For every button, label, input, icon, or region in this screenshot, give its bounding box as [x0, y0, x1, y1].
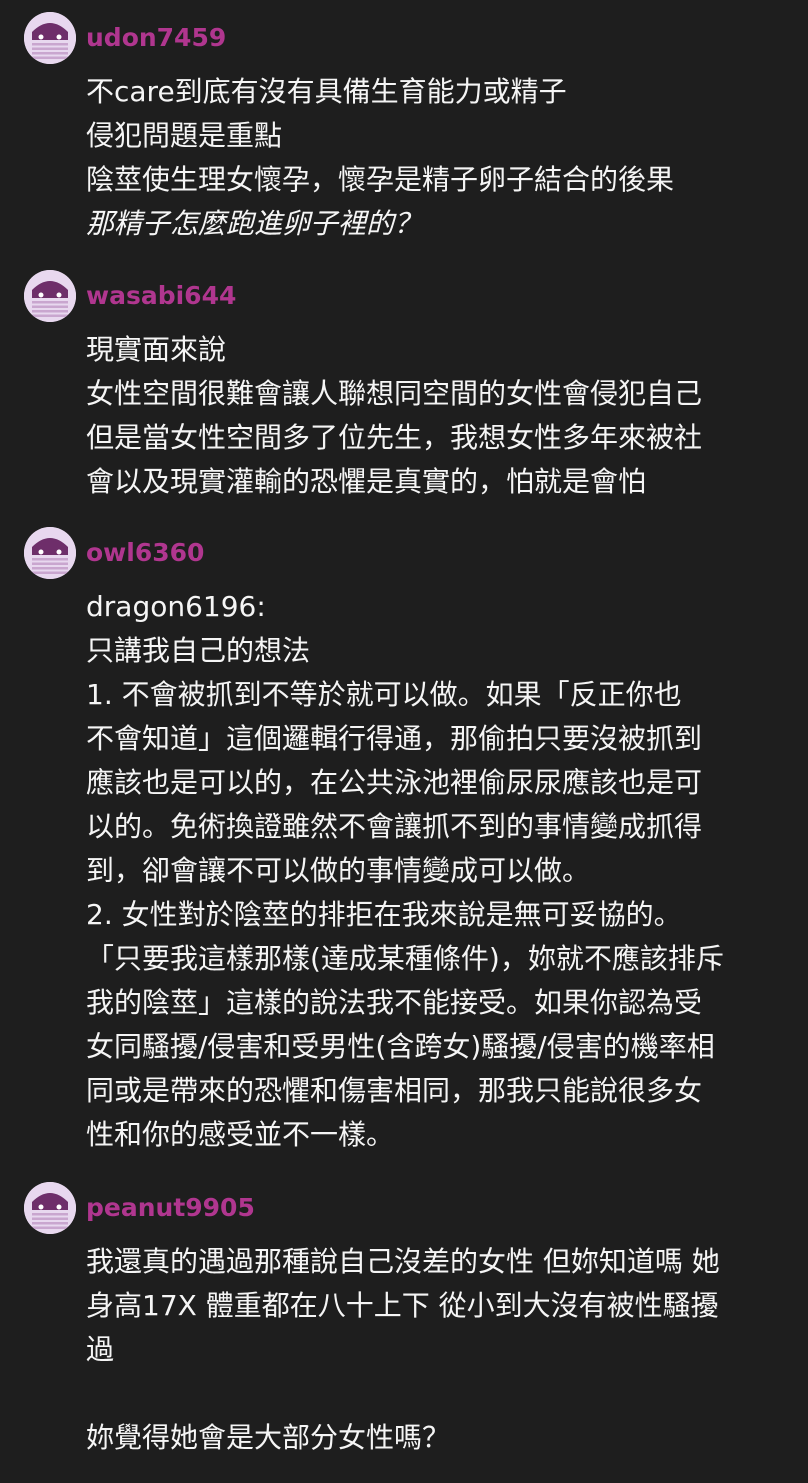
masked-face-icon[interactable]: [24, 1182, 76, 1234]
comment-text-line: 會以及現實灌輸的恐懼是真實的，怕就是會怕: [86, 465, 647, 498]
comment-body: 不care到底有沒有具備生育能力或精子 侵犯問題是重點陰莖使生理女懷孕，懷孕是精子…: [86, 70, 792, 246]
comment-item: udon7459 不care到底有沒有具備生育能力或精子 侵犯問題是重點陰莖使生理女…: [0, 12, 808, 246]
comment-text-line: 不會知道」這個邏輯行得通，那偷拍只要沒被抓到: [86, 722, 703, 755]
comment-text-line: 我的陰莖」這樣的說法我不能接受。如果你認為受: [86, 986, 703, 1019]
comment-text-line: 到，卻會讓不可以做的事情變成可以做。: [86, 854, 591, 887]
comment-text-line: 侵犯問題是重點: [86, 119, 283, 152]
masked-face-icon[interactable]: [24, 527, 76, 579]
comment-body: 現實面來說女性空間很難會讓人聯想同空間的女性會侵犯自己 但是當女性空間多了位先生，…: [86, 328, 792, 504]
comment-text-line: 我還真的遇過那種說自己沒差的女性 但妳知道嗎 她: [86, 1245, 720, 1278]
comment-text-line: 「只要我這樣那樣(達成某種條件)，妳就不應該排斥: [86, 942, 724, 975]
comment-item: wasabi644 現實面來說女性空間很難會讓人聯想同空間的女性會侵犯自己 但是當女…: [0, 270, 808, 504]
comment-text-line: 應該也是可以的，在公共泳池裡偷尿尿應該也是可: [86, 766, 703, 799]
comment-body: 我還真的遇過那種說自己沒差的女性 但妳知道嗎 她身高17X 體重都在八十上下 從…: [86, 1240, 792, 1460]
comment-text-line: dragon6196:: [86, 590, 266, 623]
comment-text-line: 性和你的感受並不一樣。: [86, 1118, 395, 1151]
comment-text-line: 同或是帶來的恐懼和傷害相同，那我只能說很多女: [86, 1074, 703, 1107]
comment-text-line: 現實面來說: [86, 333, 227, 366]
masked-face-icon[interactable]: [24, 270, 76, 322]
comment-text-line: 2. 女性對於陰莖的排拒在我來說是無可妥協的。: [86, 898, 682, 931]
comment-text-line: 身高17X 體重都在八十上下 從小到大沒有被性騷擾: [86, 1289, 719, 1322]
comment-text-line: 只講我自己的想法: [86, 634, 311, 667]
comment-text-line: 過: [86, 1333, 115, 1366]
comment-text-line: 但是當女性空間多了位先生，我想女性多年來被社: [86, 421, 703, 454]
comment-username[interactable]: udon7459: [86, 22, 226, 54]
comment-item: peanut9905 我還真的遇過那種說自己沒差的女性 但妳知道嗎 她身高17X …: [0, 1182, 808, 1460]
comment-username[interactable]: owl6360: [86, 537, 204, 569]
comment-body: dragon6196: 只講我自己的想法 1. 不會被抓到不等於就可以做。如果「反正…: [86, 585, 792, 1157]
comment-item: owl6360 dragon6196: 只講我自己的想法 1. 不會被抓到不等於就可以…: [0, 527, 808, 1157]
comment-text-line: 那精子怎麼跑進卵子裡的？: [86, 207, 423, 240]
comment-text-line: 陰莖使生理女懷孕，懷孕是精子卵子結合的後果: [86, 163, 675, 196]
comment-text-line: 妳覺得她會是大部分女性嗎？: [86, 1421, 451, 1454]
comment-text-line: 以的。免術換證雖然不會讓抓不到的事情變成抓得: [86, 810, 703, 843]
comment-text-line: 女性空間很難會讓人聯想同空間的女性會侵犯自己: [86, 377, 703, 410]
comment-feed: udon7459 不care到底有沒有具備生育能力或精子 侵犯問題是重點陰莖使生理女…: [0, 0, 808, 1483]
comment-text-line: 不care到底有沒有具備生育能力或精子: [86, 75, 567, 108]
comment-text-line: 1. 不會被抓到不等於就可以做。如果「反正你也: [86, 678, 682, 711]
comment-text-line: [86, 1372, 792, 1416]
comment-username[interactable]: wasabi644: [86, 280, 236, 312]
comment-username[interactable]: peanut9905: [86, 1192, 255, 1224]
masked-face-icon[interactable]: [24, 12, 76, 64]
comment-text-line: 女同騷擾/侵害和受男性(含跨女)騷擾/侵害的機率相: [86, 1030, 715, 1063]
